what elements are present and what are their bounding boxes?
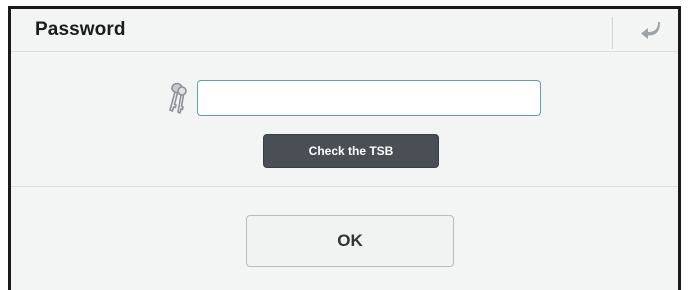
keys-icon — [169, 82, 187, 114]
dialog-header: Password — [11, 9, 678, 52]
back-button[interactable] — [628, 13, 672, 47]
check-tsb-button[interactable]: Check the TSB — [263, 134, 439, 168]
password-input[interactable] — [197, 80, 541, 116]
header-divider — [612, 17, 613, 49]
dialog-title: Password — [35, 19, 126, 40]
password-form: Check the TSB — [11, 52, 678, 187]
password-dialog: Password Check the TSB OK — [8, 6, 681, 290]
dialog-footer: OK — [11, 187, 678, 287]
ok-button[interactable]: OK — [246, 215, 454, 267]
return-arrow-icon — [641, 22, 660, 39]
